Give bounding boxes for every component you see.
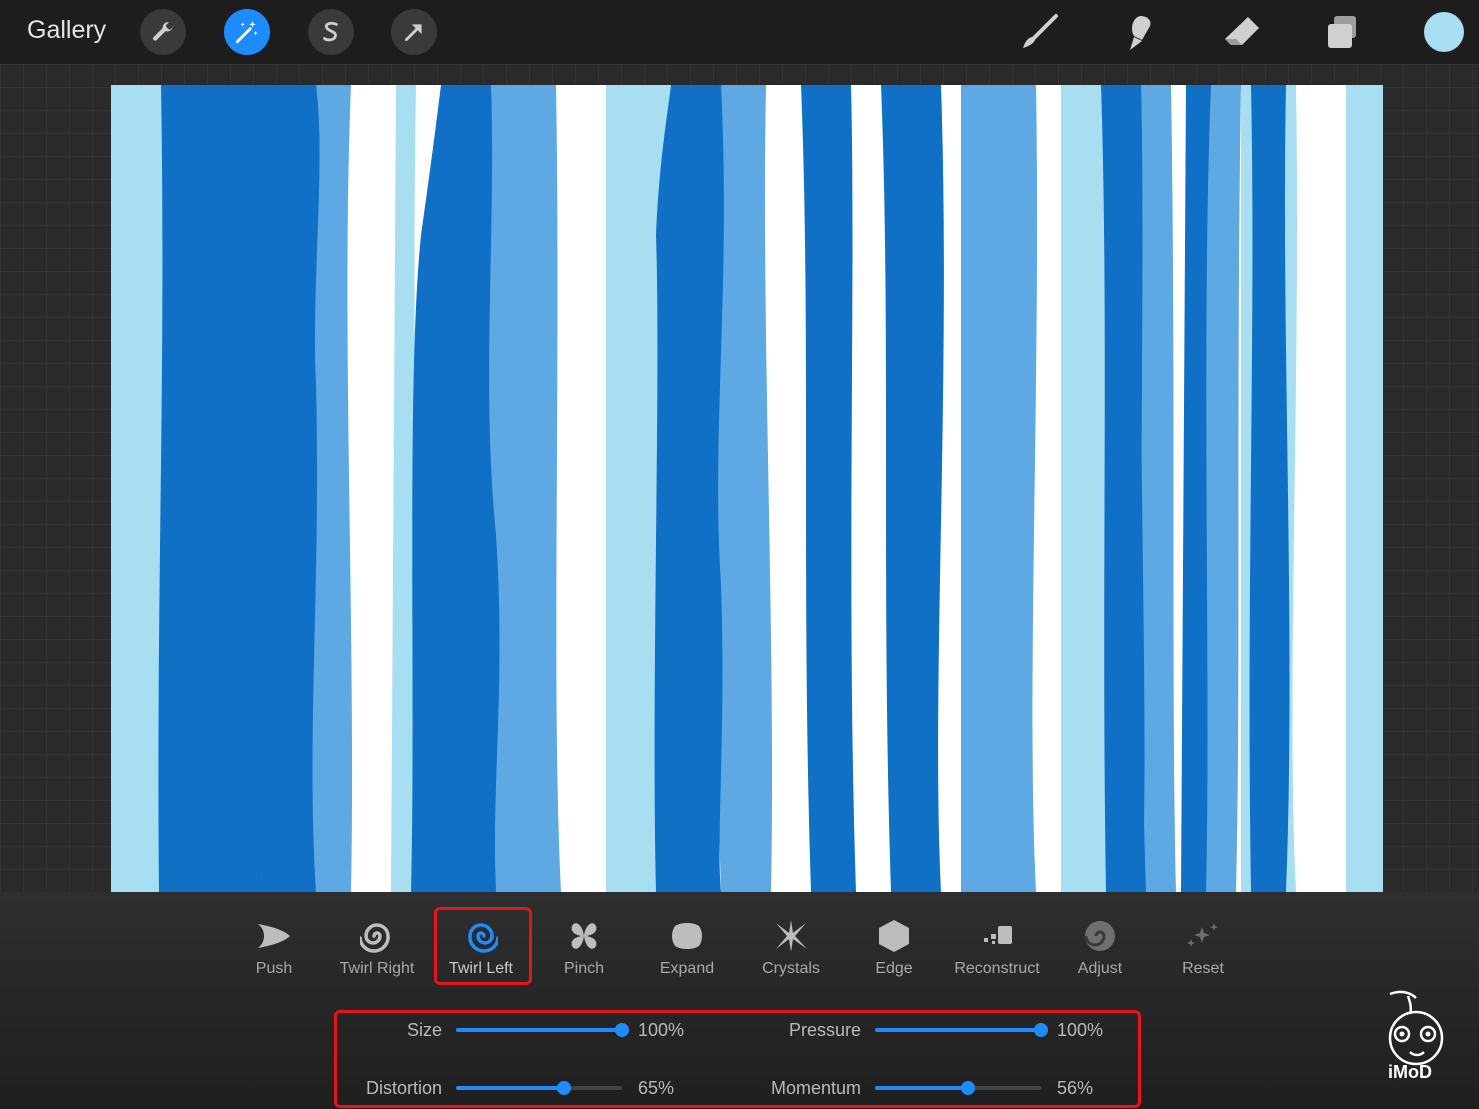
reconstruct-icon: [980, 918, 1014, 954]
watermark-text: iMoD: [1388, 1062, 1432, 1082]
wrench-icon[interactable]: [140, 9, 186, 55]
distortion-slider[interactable]: [456, 1081, 622, 1095]
mode-crystals[interactable]: Crystals: [741, 918, 841, 984]
reset-sparkle-icon: [1186, 918, 1220, 954]
distortion-value: 65%: [638, 1078, 675, 1098]
pressure-slider[interactable]: [875, 1023, 1048, 1037]
size-value: 100%: [638, 1020, 685, 1040]
momentum-slider[interactable]: [875, 1081, 1041, 1095]
mode-twirl-right[interactable]: Twirl Right: [327, 918, 427, 984]
drawing-canvas[interactable]: [111, 85, 1383, 892]
color-swatch[interactable]: [1424, 12, 1464, 52]
distortion-label: Distortion: [365, 1078, 442, 1098]
magic-wand-icon[interactable]: [224, 9, 270, 55]
sliders-highlight: [334, 1010, 1141, 1108]
pinch-icon: [568, 918, 600, 954]
adjust-icon: [1083, 918, 1117, 954]
crystals-icon: [774, 918, 808, 954]
momentum-slider-knob[interactable]: [960, 1081, 975, 1095]
expand-icon: [671, 918, 703, 954]
pressure-label: Pressure: [788, 1020, 861, 1040]
mode-pinch[interactable]: Pinch: [534, 918, 634, 984]
momentum-value: 56%: [1057, 1078, 1094, 1098]
distortion-slider-knob[interactable]: [556, 1081, 571, 1095]
layers-icon[interactable]: [1320, 10, 1364, 54]
painted-stripes: [111, 85, 1383, 892]
twirl-left-highlight: [434, 907, 532, 985]
gallery-button[interactable]: Gallery: [27, 16, 106, 45]
momentum-label: Momentum: [770, 1078, 861, 1098]
selection-s-icon[interactable]: [308, 9, 354, 55]
mode-adjust[interactable]: Adjust: [1050, 918, 1150, 984]
mode-push[interactable]: Push: [224, 918, 324, 984]
mode-expand[interactable]: Expand: [637, 918, 737, 984]
size-slider-knob[interactable]: [615, 1023, 629, 1037]
smudge-icon[interactable]: [1118, 10, 1162, 54]
pressure-slider-knob[interactable]: [1034, 1023, 1048, 1037]
pressure-value: 100%: [1057, 1020, 1104, 1040]
top-toolbar: Gallery: [0, 0, 1479, 64]
size-label: Size: [406, 1020, 442, 1040]
size-slider[interactable]: [456, 1023, 629, 1037]
twirl-right-icon: [360, 918, 394, 954]
transform-arrow-icon[interactable]: [391, 9, 437, 55]
push-icon: [256, 918, 292, 954]
edge-icon: [877, 918, 911, 954]
brush-icon[interactable]: [1018, 10, 1062, 54]
mode-reset[interactable]: Reset: [1153, 918, 1253, 984]
mode-reconstruct[interactable]: Reconstruct: [947, 918, 1047, 984]
eraser-icon[interactable]: [1220, 10, 1264, 54]
mode-edge[interactable]: Edge: [844, 918, 944, 984]
